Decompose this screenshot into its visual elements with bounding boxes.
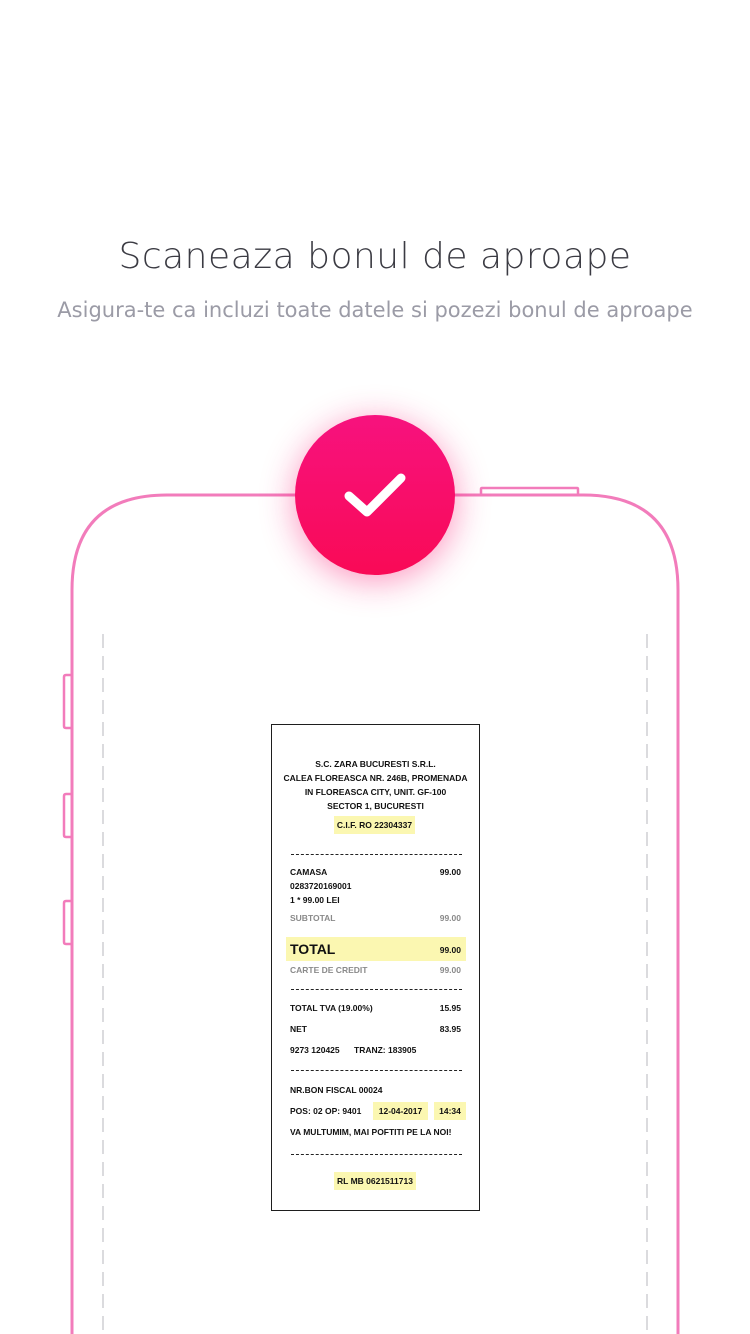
receipt-net-value: 83.95	[439, 1024, 461, 1034]
receipt-card-label: CARTE DE CREDIT	[290, 965, 368, 975]
check-icon	[344, 473, 406, 517]
receipt-item-price: 99.00	[439, 867, 461, 877]
receipt-total-value: 99.00	[439, 945, 461, 955]
receipt-pos: POS: 02 OP: 9401	[290, 1106, 362, 1116]
receipt-item-code: 0283720169001	[290, 881, 352, 891]
receipt-address-line-3: SECTOR 1, BUCURESTI	[327, 801, 424, 811]
receipt-date: 12-04-2017	[373, 1102, 428, 1120]
receipt-tranz: TRANZ: 183905	[354, 1045, 417, 1055]
receipt-subtotal-label: SUBTOTAL	[290, 913, 336, 923]
receipt-bon-fiscal: NR.BON FISCAL 00024	[290, 1085, 383, 1095]
receipt-divider	[291, 854, 462, 855]
receipt-address-line-1: CALEA FLOREASCA NR. 246B, PROMENADA	[283, 773, 468, 783]
receipt-company: S.C. ZARA BUCURESTI S.R.L.	[315, 759, 436, 769]
receipt-address-line-2: IN FLOREASCA CITY, UNIT. GF-100	[304, 787, 447, 797]
receipt-card-value: 99.00	[439, 965, 461, 975]
receipt-terminal: 9273 120425	[290, 1045, 340, 1055]
receipt-subtotal-value: 99.00	[439, 913, 461, 923]
receipt-net-label: NET	[290, 1024, 307, 1034]
receipt-divider	[291, 989, 462, 990]
receipt-item-qty: 1 * 99.00 LEI	[290, 895, 340, 905]
receipt-tva-label: TOTAL TVA (19.00%)	[290, 1003, 373, 1013]
receipt-total-label: TOTAL	[290, 941, 336, 957]
receipt-tva-value: 15.95	[439, 1003, 461, 1013]
receipt-divider	[291, 1154, 462, 1155]
confirm-scan-button[interactable]	[295, 415, 455, 575]
receipt-thanks: VA MULTUMIM, MAI POFTITI PE LA NOI!	[290, 1127, 452, 1137]
receipt-item-name: CAMASA	[290, 867, 328, 877]
receipt-footer-code: RL MB 0621511713	[334, 1172, 416, 1190]
receipt-preview: S.C. ZARA BUCURESTI S.R.L. CALEA FLOREAS…	[271, 724, 480, 1211]
receipt-time: 14:34	[434, 1102, 466, 1120]
receipt-divider	[291, 1070, 462, 1071]
receipt-cif: C.I.F. RO 22304337	[334, 816, 415, 834]
